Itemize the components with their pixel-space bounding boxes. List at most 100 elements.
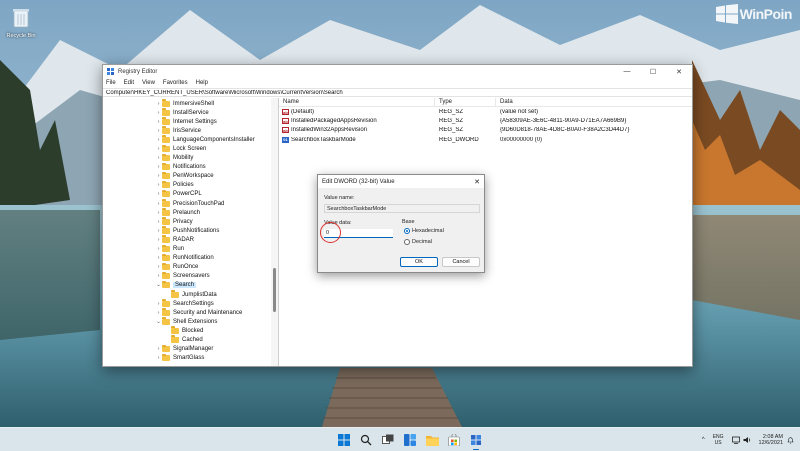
tree-item[interactable]: › SearchSettings <box>103 299 271 308</box>
tree-item[interactable]: › PowerCPL <box>103 189 271 199</box>
chevron-right-icon[interactable]: › <box>155 128 162 134</box>
chevron-right-icon[interactable]: › <box>155 119 162 125</box>
menu-edit[interactable]: Edit <box>124 80 134 86</box>
maximize-button[interactable]: ☐ <box>640 65 666 78</box>
tree-item[interactable]: ⌄ Search <box>103 280 271 290</box>
tree-item-label: Blocked <box>182 327 204 334</box>
address-input[interactable] <box>106 89 692 96</box>
tree-item[interactable]: › PenWorkspace <box>103 171 271 181</box>
chevron-right-icon[interactable]: › <box>155 201 162 207</box>
chevron-right-icon[interactable]: › <box>155 346 162 352</box>
value-row[interactable]: ab InstalledPackagedAppsRevision REG_SZ {A5… <box>279 116 692 125</box>
chevron-right-icon[interactable]: › <box>155 210 162 216</box>
dialog-title-bar[interactable]: Edit DWORD (32-bit) Value ✕ <box>318 175 484 188</box>
tree-item[interactable]: › Mobility <box>103 153 271 163</box>
folder-icon <box>171 335 179 343</box>
clock[interactable]: 2:08 AM 12/6/2021 <box>759 434 783 447</box>
tree-item[interactable]: › Policies <box>103 180 271 190</box>
tree-item[interactable]: › Prelaunch <box>103 208 271 217</box>
chevron-down-icon[interactable]: ⌄ <box>155 282 162 288</box>
value-name-cell: ab InstalledPackagedAppsRevision <box>279 118 435 125</box>
chevron-right-icon[interactable]: › <box>155 146 162 152</box>
recycle-bin-shortcut[interactable]: Recycle Bin <box>4 6 38 39</box>
hexadecimal-radio[interactable]: Hexadecimal <box>404 228 444 234</box>
close-button[interactable]: ✕ <box>666 65 692 78</box>
tree-item[interactable]: ⌄ Shell Extensions <box>103 317 271 326</box>
chevron-right-icon[interactable]: › <box>155 101 162 107</box>
tree-item[interactable]: › PrecisionTouchPad <box>103 199 271 208</box>
menu-view[interactable]: View <box>142 80 155 86</box>
tree-item[interactable]: Blocked <box>103 326 271 335</box>
chevron-right-icon[interactable]: › <box>155 246 162 252</box>
registry-editor-taskbar-button[interactable] <box>467 431 485 450</box>
tree-item[interactable]: › Notifications <box>103 162 271 172</box>
chevron-right-icon[interactable]: › <box>155 355 162 361</box>
menu-favorites[interactable]: Favorites <box>163 80 188 86</box>
chevron-right-icon[interactable]: › <box>155 273 162 279</box>
menu-file[interactable]: File <box>106 80 116 86</box>
value-row[interactable]: ab InstalledWin32AppsRevision REG_SZ {9D60D… <box>279 126 692 135</box>
tree-item[interactable]: › RunNotification <box>103 253 271 263</box>
value-row[interactable]: ab (Default) REG_SZ (value not set) <box>279 107 692 116</box>
chevron-right-icon[interactable]: › <box>155 137 162 143</box>
column-header-data[interactable]: Data <box>496 98 692 107</box>
tree-item[interactable]: › Screensavers <box>103 271 271 281</box>
tree-item[interactable]: › SmartGlass <box>103 353 271 363</box>
folder-icon <box>162 299 170 307</box>
tree-item[interactable]: › Lock Screen <box>103 144 271 153</box>
minimize-button[interactable]: — <box>614 65 640 78</box>
tree-item[interactable]: › RADAR <box>103 235 271 244</box>
column-header-name[interactable]: Name <box>279 97 435 107</box>
cancel-button[interactable]: Cancel <box>442 257 480 267</box>
title-bar[interactable]: Registry Editor — ☐ ✕ <box>103 65 692 78</box>
chevron-right-icon[interactable]: › <box>155 191 162 197</box>
store-button[interactable] <box>445 431 463 449</box>
task-view-button[interactable] <box>379 431 397 449</box>
tree-item[interactable]: › RunOnce <box>103 262 271 272</box>
chevron-right-icon[interactable]: › <box>155 237 162 243</box>
chevron-right-icon[interactable]: › <box>155 301 162 307</box>
column-header-type[interactable]: Type <box>435 97 496 107</box>
value-row[interactable]: 01 SearchboxTaskbarMode REG_DWORD 0x0000000… <box>279 135 692 144</box>
tree-item[interactable]: › ImmersiveShell <box>103 99 271 108</box>
tree-item[interactable]: › Internet Settings <box>103 117 271 126</box>
value-name-field[interactable] <box>324 204 480 213</box>
widgets-button[interactable] <box>401 431 419 449</box>
chevron-right-icon[interactable]: › <box>155 182 162 188</box>
ok-button[interactable]: OK <box>400 257 438 267</box>
tree-scrollbar[interactable] <box>271 98 278 366</box>
tray-chevron-icon[interactable]: ^ <box>702 437 705 443</box>
tree-item[interactable]: Cached <box>103 335 271 344</box>
folder-icon <box>162 271 170 280</box>
quick-settings[interactable] <box>731 436 751 444</box>
chevron-right-icon[interactable]: › <box>155 255 162 261</box>
tree-scroll-thumb[interactable] <box>273 268 276 312</box>
tree-item[interactable]: › PushNotifications <box>103 226 271 235</box>
chevron-right-icon[interactable]: › <box>155 110 162 116</box>
decimal-radio[interactable]: Decimal <box>404 239 432 245</box>
tree-item[interactable]: › SignalManager <box>103 344 271 354</box>
chevron-right-icon[interactable]: › <box>155 173 162 179</box>
file-explorer-button[interactable] <box>423 431 441 449</box>
chevron-right-icon[interactable]: › <box>155 228 162 234</box>
menu-help[interactable]: Help <box>196 80 208 86</box>
tree-item[interactable]: › Security and Maintenance <box>103 308 271 317</box>
notification-bell-icon[interactable] <box>787 436 794 444</box>
search-taskbar-button[interactable] <box>357 431 375 449</box>
tree-item[interactable]: › IrisService <box>103 126 271 135</box>
language-indicator[interactable]: ENG US <box>713 434 724 446</box>
tree-item[interactable]: › Run <box>103 244 271 254</box>
chevron-right-icon[interactable]: › <box>155 155 162 161</box>
chevron-right-icon[interactable]: › <box>155 264 162 270</box>
tree-item[interactable]: › LanguageComponentsInstaller <box>103 135 271 144</box>
chevron-right-icon[interactable]: › <box>155 164 162 170</box>
tree-item[interactable]: › InstallService <box>103 108 271 117</box>
start-button[interactable] <box>335 431 353 449</box>
chevron-down-icon[interactable]: ⌄ <box>155 319 162 325</box>
dialog-close-button[interactable]: ✕ <box>470 178 484 186</box>
chevron-right-icon[interactable]: › <box>155 310 162 316</box>
tree-item-label: Lock Screen <box>173 146 207 153</box>
tree-item[interactable]: › Privacy <box>103 217 271 226</box>
chevron-right-icon[interactable]: › <box>155 219 162 225</box>
tree-item[interactable]: JumplistData <box>103 290 271 299</box>
